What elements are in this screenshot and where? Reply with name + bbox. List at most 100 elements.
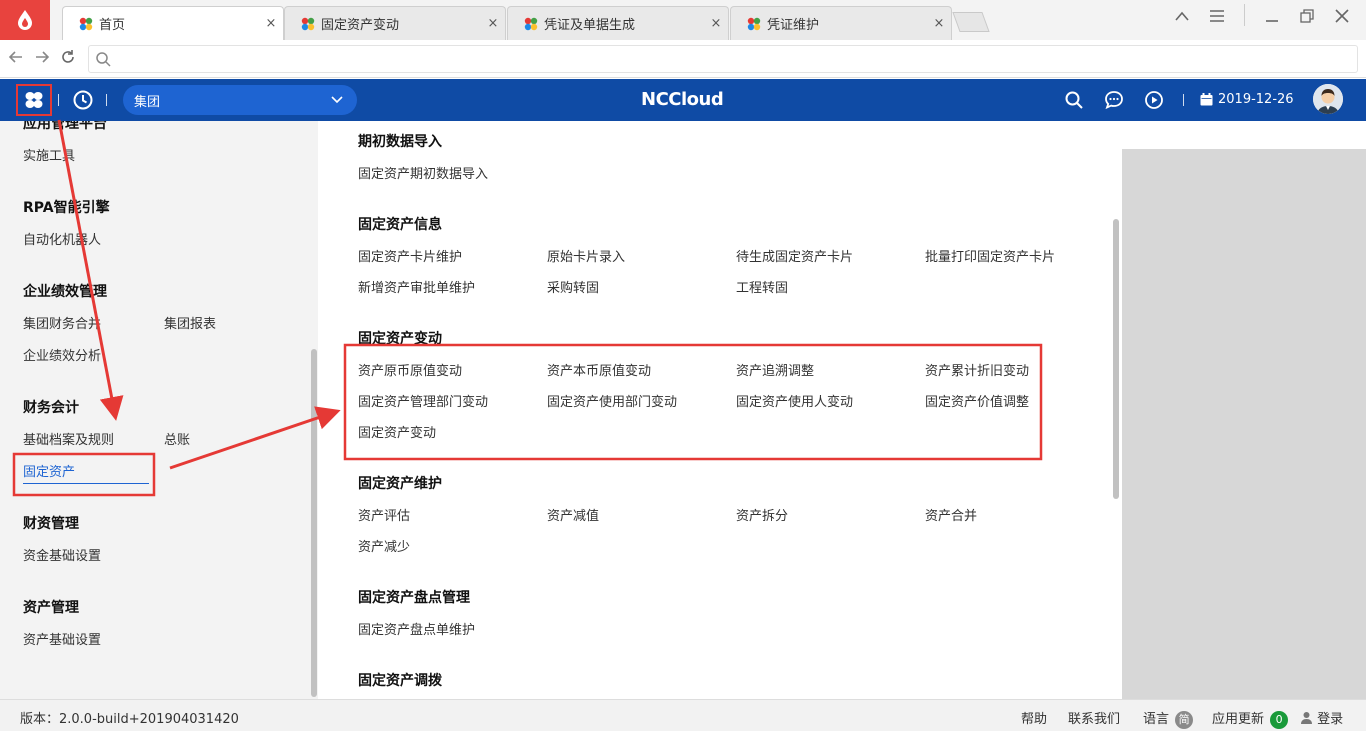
sidebar-item-basic-archives[interactable]: 基础档案及规则 [23,429,114,448]
window-controls-divider [1244,4,1245,26]
browser-tab-strip: 首页 × 固定资产变动 × 凭证及单据生成 × 凭证维护 × [0,0,1366,40]
sidebar-section-title: 资产管理 [23,600,79,616]
tab-voucher-generate[interactable]: 凭证及单据生成 × [507,6,729,40]
menu-item[interactable]: 原始卡片录入 [547,246,625,265]
tab-asset-change[interactable]: 固定资产变动 × [284,6,506,40]
brand-logo: NCCloud [641,89,724,110]
nccloud-fav-icon [524,17,538,30]
sidebar-item-group-consolidation[interactable]: 集团财务合并 [23,313,101,332]
workspace-backdrop [1122,121,1366,699]
tab-label: 凭证及单据生成 [544,18,636,33]
menu-item[interactable]: 待生成固定资产卡片 [736,246,853,265]
workspace-top-strip [1122,121,1366,149]
help-link[interactable]: 帮助 [1021,708,1047,727]
header-divider [58,94,59,106]
tab-close-icon[interactable]: × [704,16,728,31]
close-window-icon[interactable] [1325,0,1359,32]
business-date[interactable]: 2019-12-26 [1200,92,1294,107]
app-header: 集团 NCCloud 2019-12-26 [0,79,1366,121]
browser-logo-icon[interactable] [0,0,50,40]
user-icon [1301,712,1312,724]
user-avatar-icon [1313,84,1343,114]
menu-icon[interactable] [1200,0,1234,32]
search-icon [96,52,111,67]
sidebar-item-fixed-assets[interactable]: 固定资产 [23,461,75,480]
menu-item[interactable]: 新增资产审批单维护 [358,277,475,296]
skin-icon[interactable] [1165,0,1199,32]
play-guide-icon[interactable] [1144,90,1164,110]
menu-item[interactable]: 资产累计折旧变动 [925,360,1029,379]
recent-clock-icon[interactable] [72,89,94,111]
menu-item[interactable]: 固定资产卡片维护 [358,246,462,265]
login-link[interactable]: 登录 [1300,708,1343,727]
sidebar-scrollbar[interactable] [311,349,317,697]
sidebar-item-asset-settings[interactable]: 资产基础设置 [23,629,101,648]
language-badge: 简 [1175,710,1194,729]
forward-icon[interactable] [32,49,52,69]
sidebar-section-title: 应用管理平台 [23,121,107,132]
menu-item[interactable]: 采购转固 [547,277,599,296]
menu-item[interactable]: 工程转固 [736,277,788,296]
menu-item[interactable]: 固定资产管理部门变动 [358,391,488,410]
chevron-down-icon [331,96,343,104]
version-text: 版本：2.0.0-build+201904031420 [20,712,239,727]
menu-item[interactable]: 固定资产价值调整 [925,391,1029,410]
active-item-underline [23,483,149,484]
app-update-label: 应用更新 [1212,712,1265,727]
menu-item[interactable]: 固定资产盘点单维护 [358,619,475,638]
message-icon[interactable] [1104,90,1124,110]
menu-item[interactable]: 资产追溯调整 [736,360,814,379]
menu-item[interactable]: 固定资产期初数据导入 [358,163,488,182]
menu-item[interactable]: 固定资产变动 [358,422,436,441]
header-divider [106,94,107,106]
sidebar-section-title: 企业绩效管理 [23,284,107,300]
contact-link[interactable]: 联系我们 [1068,708,1120,727]
app-update-link[interactable]: 应用更新 0 [1212,708,1289,729]
new-tab-button[interactable] [952,12,990,32]
menu-item[interactable]: 资产本币原值变动 [547,360,651,379]
search-icon[interactable] [1064,90,1084,110]
tab-close-icon[interactable]: × [927,16,951,31]
menu-item[interactable]: 资产拆分 [736,505,788,524]
url-input[interactable] [117,49,1317,69]
avatar[interactable] [1313,84,1343,114]
calendar-icon [1200,93,1213,106]
sidebar-section-title: 财资管理 [23,516,79,532]
menu-item[interactable]: 资产原币原值变动 [358,360,462,379]
tab-close-icon[interactable]: × [481,16,505,31]
menu-group-title: 期初数据导入 [358,134,442,150]
tab-home[interactable]: 首页 × [62,6,284,40]
menu-item[interactable]: 固定资产使用人变动 [736,391,853,410]
language-switch[interactable]: 语言 简 [1143,708,1194,729]
update-count-badge: 0 [1270,710,1289,729]
sidebar-item-performance-analysis[interactable]: 企业绩效分析 [23,345,101,364]
menu-panel: 期初数据导入 固定资产期初数据导入 固定资产信息 固定资产卡片维护 原始卡片录入… [318,121,1122,699]
nccloud-fav-icon [79,17,93,30]
tab-label: 首页 [99,18,126,33]
menu-item[interactable]: 批量打印固定资产卡片 [925,246,1055,265]
sidebar-section-title: RPA智能引擎 [23,200,110,216]
sidebar-item-implementation-tools[interactable]: 实施工具 [23,145,75,164]
minimize-icon[interactable] [1255,0,1289,32]
sidebar-item-fund-settings[interactable]: 资金基础设置 [23,545,101,564]
sidebar-item-group-report[interactable]: 集团报表 [164,313,216,332]
menu-item[interactable]: 固定资产使用部门变动 [547,391,677,410]
menu-item[interactable]: 资产减值 [547,505,599,524]
menu-scrollbar[interactable] [1113,219,1119,499]
restore-icon[interactable] [1290,0,1324,32]
reload-icon[interactable] [58,49,78,69]
tab-voucher-maintain[interactable]: 凭证维护 × [730,6,952,40]
menu-item[interactable]: 资产合并 [925,505,977,524]
menu-item[interactable]: 资产减少 [358,536,410,555]
back-icon[interactable] [6,49,26,69]
menu-item[interactable]: 资产评估 [358,505,410,524]
tab-close-icon[interactable]: × [259,16,283,31]
sidebar-item-rpa-robot[interactable]: 自动化机器人 [23,229,101,248]
app-launcher-button[interactable] [16,84,52,116]
org-selector[interactable]: 集团 [123,85,357,115]
sidebar-item-general-ledger[interactable]: 总账 [164,429,190,448]
nccloud-fav-icon [747,17,761,30]
login-label: 登录 [1317,712,1344,727]
url-field[interactable] [88,45,1358,73]
menu-group-title: 固定资产盘点管理 [358,590,470,606]
